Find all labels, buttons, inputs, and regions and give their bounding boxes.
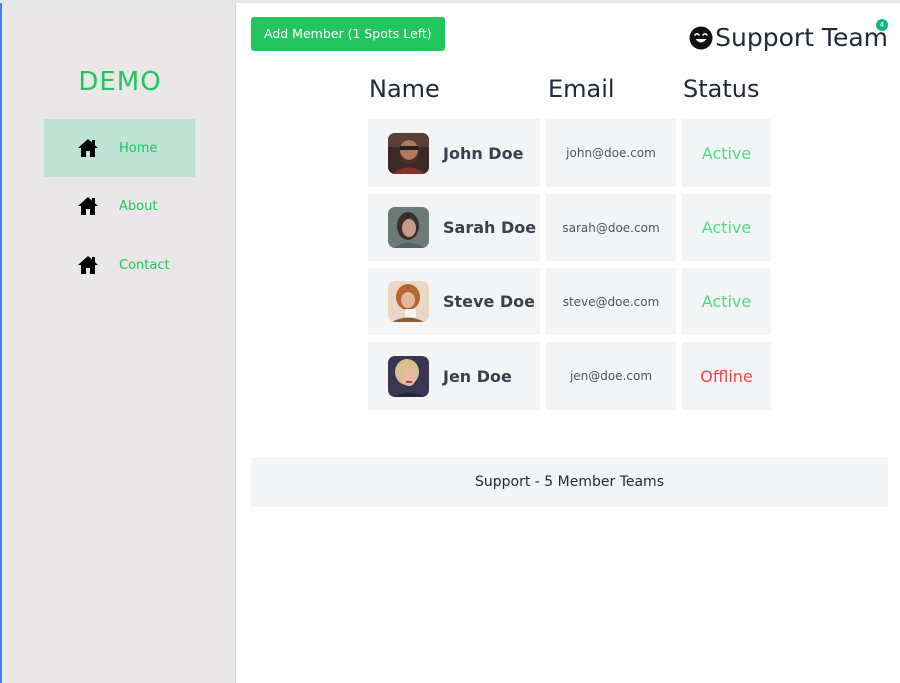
home-icon	[77, 254, 99, 276]
team-title-text: Support Team	[715, 23, 888, 52]
sidebar-item-about[interactable]: About	[44, 177, 195, 235]
column-header-name: Name	[369, 75, 440, 103]
home-icon	[77, 195, 99, 217]
email-cell: john@doe.com	[546, 119, 676, 187]
name-cell: John Doe	[368, 119, 540, 187]
status-badge: Offline	[700, 366, 753, 386]
status-badge: Active	[701, 143, 752, 163]
status-badge: Active	[701, 218, 752, 237]
email-cell: sarah@doe.com	[546, 194, 676, 261]
team-summary-footer: Support - 5 Member Teams	[251, 457, 888, 507]
column-header-status: Status	[683, 75, 760, 103]
sidebar: DEMO Home About Contact	[2, 3, 236, 683]
member-name: Steve Doe	[443, 292, 535, 311]
add-member-button[interactable]: Add Member (1 Spots Left)	[251, 17, 445, 51]
avatar	[388, 355, 429, 397]
column-header-email: Email	[548, 75, 615, 103]
status-badge: Active	[701, 292, 752, 311]
avatar	[388, 132, 429, 174]
main-content: Add Member (1 Spots Left) Support Team 4…	[236, 3, 900, 683]
brand-logo: DEMO	[78, 67, 162, 97]
email-cell: steve@doe.com	[546, 268, 676, 335]
member-email: steve@doe.com	[562, 294, 660, 309]
smiley-icon	[689, 26, 713, 50]
team-title: Support Team 4	[689, 19, 888, 52]
member-email: jen@doe.com	[569, 369, 653, 383]
member-email: sarah@doe.com	[562, 220, 660, 235]
avatar	[388, 207, 429, 248]
avatar	[388, 281, 429, 322]
notification-badge[interactable]: 4	[876, 19, 888, 31]
status-cell: Active	[682, 194, 771, 261]
sidebar-item-label: Contact	[119, 257, 170, 273]
home-icon	[77, 137, 99, 159]
app-window: DEMO Home About Contact Add Member (1 Sp…	[0, 0, 900, 683]
member-email: john@doe.com	[566, 146, 656, 160]
status-cell: Active	[682, 119, 771, 187]
member-name: John Doe	[443, 143, 524, 163]
email-cell: jen@doe.com	[546, 342, 676, 410]
sidebar-item-label: About	[119, 198, 158, 214]
name-cell: Steve Doe	[368, 268, 540, 335]
member-name: Sarah Doe	[443, 218, 537, 237]
status-cell: Active	[682, 268, 771, 335]
name-cell: Sarah Doe	[368, 194, 540, 261]
name-cell: Jen Doe	[368, 342, 540, 410]
sidebar-item-contact[interactable]: Contact	[44, 236, 195, 294]
sidebar-item-home[interactable]: Home	[44, 119, 195, 177]
sidebar-item-label: Home	[119, 140, 158, 156]
status-cell: Offline	[682, 342, 771, 410]
member-name: Jen Doe	[443, 366, 512, 386]
